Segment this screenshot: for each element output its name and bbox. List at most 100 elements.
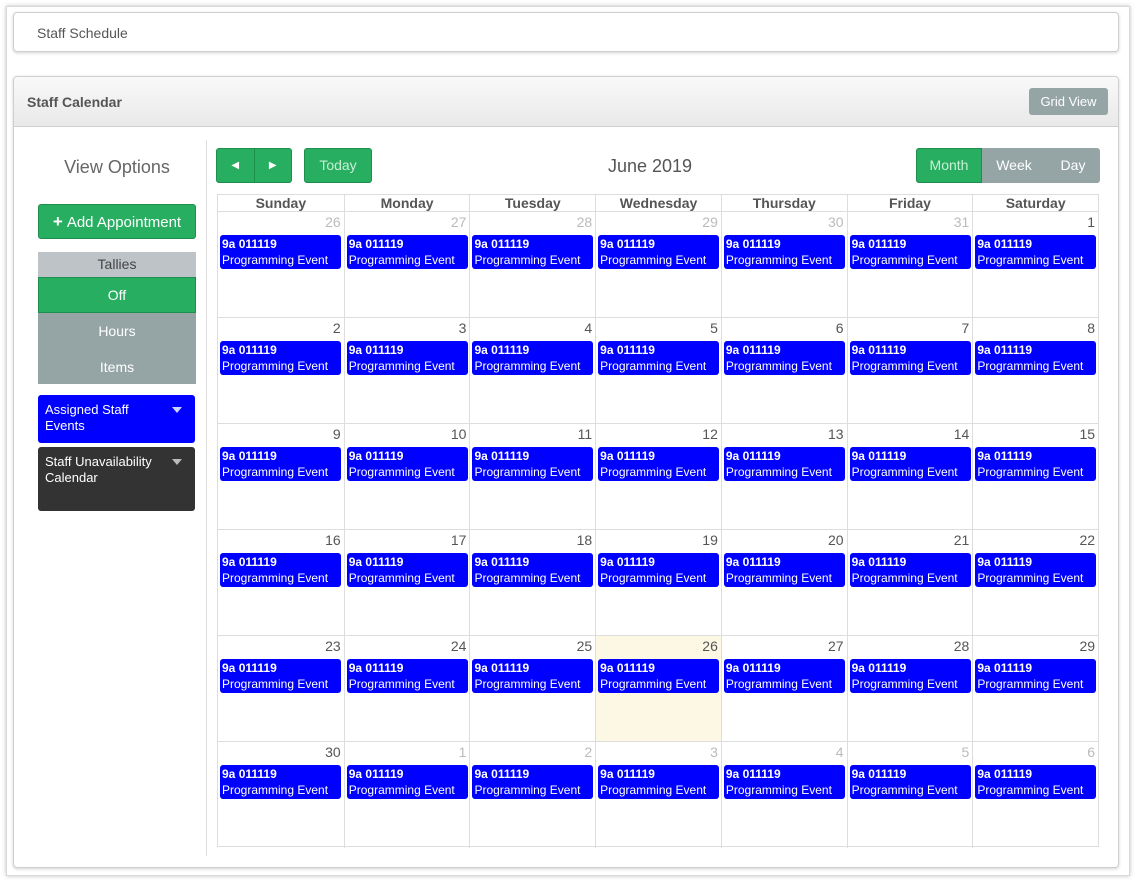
calendar-day-cell[interactable]: 5 9a 011119 Programming Event	[595, 318, 721, 423]
calendar-day-cell[interactable]: 4 9a 011119 Programming Event	[720, 742, 847, 848]
today-button[interactable]: Today	[304, 148, 372, 183]
calendar-day-cell[interactable]: 28 9a 011119 Programming Event	[846, 636, 973, 741]
event-code: 011119	[616, 449, 655, 463]
calendar-day-cell[interactable]: 17 9a 011119 Programming Event	[343, 530, 470, 635]
calendar-day-cell[interactable]: 21 9a 011119 Programming Event	[846, 530, 973, 635]
calendar-day-cell[interactable]: 30 9a 011119 Programming Event	[218, 742, 344, 848]
calendar-day-cell[interactable]: 31 9a 011119 Programming Event	[846, 212, 973, 317]
calendar-event[interactable]: 9a 011119 Programming Event	[723, 235, 845, 269]
calendar-day-cell[interactable]: 28 9a 011119 Programming Event	[469, 212, 595, 317]
calendar-event[interactable]: 9a 011119 Programming Event	[849, 341, 971, 375]
calendar-event[interactable]: 9a 011119 Programming Event	[472, 341, 594, 375]
calendar-event[interactable]: 9a 011119 Programming Event	[472, 553, 594, 587]
calendar-event[interactable]: 9a 011119 Programming Event	[346, 235, 468, 269]
calendar-event[interactable]: 9a 011119 Programming Event	[723, 765, 845, 799]
calendar-day-cell[interactable]: 6 9a 011119 Programming Event	[972, 742, 1098, 848]
calendar-event[interactable]: 9a 011119 Programming Event	[975, 341, 1097, 375]
calendar-event[interactable]: 9a 011119 Programming Event	[346, 765, 468, 799]
calendar-event[interactable]: 9a 011119 Programming Event	[472, 447, 594, 481]
tally-option-hours[interactable]: Hours	[38, 313, 196, 349]
calendar-day-cell[interactable]: 27 9a 011119 Programming Event	[343, 212, 470, 317]
calendar-event[interactable]: 9a 011119 Programming Event	[975, 659, 1097, 693]
calendar-day-cell[interactable]: 3 9a 011119 Programming Event	[595, 742, 721, 848]
calendar-day-cell[interactable]: 26 9a 011119 Programming Event	[595, 636, 721, 741]
add-appointment-button[interactable]: + Add Appointment	[38, 204, 196, 239]
assigned-staff-events-dropdown[interactable]: Assigned Staff Events	[38, 395, 195, 443]
calendar-day-cell[interactable]: 27 9a 011119 Programming Event	[720, 636, 847, 741]
calendar-day-cell[interactable]: 25 9a 011119 Programming Event	[469, 636, 595, 741]
calendar-event[interactable]: 9a 011119 Programming Event	[346, 447, 468, 481]
calendar-event[interactable]: 9a 011119 Programming Event	[472, 235, 594, 269]
day-number: 7	[961, 320, 970, 336]
calendar-event[interactable]: 9a 011119 Programming Event	[723, 659, 845, 693]
calendar-day-cell[interactable]: 2 9a 011119 Programming Event	[469, 742, 595, 848]
calendar-day-cell[interactable]: 11 9a 011119 Programming Event	[469, 424, 595, 529]
tally-option-off[interactable]: Off	[38, 277, 196, 313]
calendar-day-cell[interactable]: 19 9a 011119 Programming Event	[595, 530, 721, 635]
calendar-event[interactable]: 9a 011119 Programming Event	[598, 553, 720, 587]
calendar-day-cell[interactable]: 1 9a 011119 Programming Event	[972, 212, 1098, 317]
calendar-day-cell[interactable]: 5 9a 011119 Programming Event	[846, 742, 973, 848]
calendar-day-cell[interactable]: 13 9a 011119 Programming Event	[720, 424, 847, 529]
calendar-event[interactable]: 9a 011119 Programming Event	[975, 553, 1097, 587]
month-view-button[interactable]: Month	[916, 148, 982, 183]
calendar-event[interactable]: 9a 011119 Programming Event	[849, 447, 971, 481]
calendar-event[interactable]: 9a 011119 Programming Event	[849, 235, 971, 269]
calendar-day-cell[interactable]: 8 9a 011119 Programming Event	[972, 318, 1098, 423]
calendar-day-cell[interactable]: 15 9a 011119 Programming Event	[972, 424, 1098, 529]
calendar-event[interactable]: 9a 011119 Programming Event	[220, 447, 341, 481]
calendar-event[interactable]: 9a 011119 Programming Event	[598, 341, 720, 375]
calendar-event[interactable]: 9a 011119 Programming Event	[975, 765, 1097, 799]
calendar-event[interactable]: 9a 011119 Programming Event	[723, 447, 845, 481]
event-time: 9a	[222, 237, 236, 251]
calendar-day-cell[interactable]: 24 9a 011119 Programming Event	[343, 636, 470, 741]
calendar-event[interactable]: 9a 011119 Programming Event	[975, 447, 1097, 481]
calendar-day-cell[interactable]: 20 9a 011119 Programming Event	[720, 530, 847, 635]
calendar-day-cell[interactable]: 12 9a 011119 Programming Event	[595, 424, 721, 529]
calendar-day-cell[interactable]: 4 9a 011119 Programming Event	[469, 318, 595, 423]
calendar-event[interactable]: 9a 011119 Programming Event	[975, 235, 1097, 269]
prev-month-button[interactable]: ◀	[217, 149, 254, 182]
calendar-day-cell[interactable]: 16 9a 011119 Programming Event	[218, 530, 344, 635]
calendar-event[interactable]: 9a 011119 Programming Event	[598, 235, 720, 269]
calendar-event[interactable]: 9a 011119 Programming Event	[598, 765, 720, 799]
calendar-day-cell[interactable]: 7 9a 011119 Programming Event	[846, 318, 973, 423]
calendar-day-cell[interactable]: 14 9a 011119 Programming Event	[846, 424, 973, 529]
calendar-day-cell[interactable]: 23 9a 011119 Programming Event	[218, 636, 344, 741]
calendar-event[interactable]: 9a 011119 Programming Event	[220, 235, 341, 269]
calendar-day-cell[interactable]: 2 9a 011119 Programming Event	[218, 318, 344, 423]
calendar-event[interactable]: 9a 011119 Programming Event	[472, 659, 594, 693]
calendar-event[interactable]: 9a 011119 Programming Event	[849, 659, 971, 693]
calendar-day-cell[interactable]: 1 9a 011119 Programming Event	[343, 742, 470, 848]
calendar-event[interactable]: 9a 011119 Programming Event	[849, 765, 971, 799]
calendar-day-cell[interactable]: 22 9a 011119 Programming Event	[972, 530, 1098, 635]
calendar-event[interactable]: 9a 011119 Programming Event	[849, 553, 971, 587]
calendar-event[interactable]: 9a 011119 Programming Event	[346, 659, 468, 693]
calendar-event[interactable]: 9a 011119 Programming Event	[220, 765, 341, 799]
calendar-day-cell[interactable]: 3 9a 011119 Programming Event	[343, 318, 470, 423]
calendar-event[interactable]: 9a 011119 Programming Event	[723, 553, 845, 587]
next-month-button[interactable]: ▶	[253, 149, 292, 182]
calendar-event[interactable]: 9a 011119 Programming Event	[598, 447, 720, 481]
calendar-event[interactable]: 9a 011119 Programming Event	[598, 659, 720, 693]
calendar-day-cell[interactable]: 6 9a 011119 Programming Event	[720, 318, 847, 423]
calendar-day-cell[interactable]: 26 9a 011119 Programming Event	[218, 212, 344, 317]
tally-option-items[interactable]: Items	[38, 349, 196, 385]
calendar-event[interactable]: 9a 011119 Programming Event	[220, 341, 341, 375]
calendar-day-cell[interactable]: 9 9a 011119 Programming Event	[218, 424, 344, 529]
calendar-day-cell[interactable]: 29 9a 011119 Programming Event	[972, 636, 1098, 741]
calendar-event[interactable]: 9a 011119 Programming Event	[220, 659, 341, 693]
calendar-day-cell[interactable]: 10 9a 011119 Programming Event	[343, 424, 470, 529]
calendar-event[interactable]: 9a 011119 Programming Event	[472, 765, 594, 799]
staff-unavailability-dropdown[interactable]: Staff Unavailability Calendar	[38, 447, 195, 511]
calendar-day-cell[interactable]: 18 9a 011119 Programming Event	[469, 530, 595, 635]
week-view-button[interactable]: Week	[982, 148, 1046, 183]
calendar-day-cell[interactable]: 29 9a 011119 Programming Event	[595, 212, 721, 317]
calendar-event[interactable]: 9a 011119 Programming Event	[346, 341, 468, 375]
day-view-button[interactable]: Day	[1046, 148, 1100, 183]
calendar-event[interactable]: 9a 011119 Programming Event	[723, 341, 845, 375]
calendar-event[interactable]: 9a 011119 Programming Event	[220, 553, 341, 587]
grid-view-button[interactable]: Grid View	[1029, 88, 1108, 115]
calendar-day-cell[interactable]: 30 9a 011119 Programming Event	[720, 212, 847, 317]
calendar-event[interactable]: 9a 011119 Programming Event	[346, 553, 468, 587]
